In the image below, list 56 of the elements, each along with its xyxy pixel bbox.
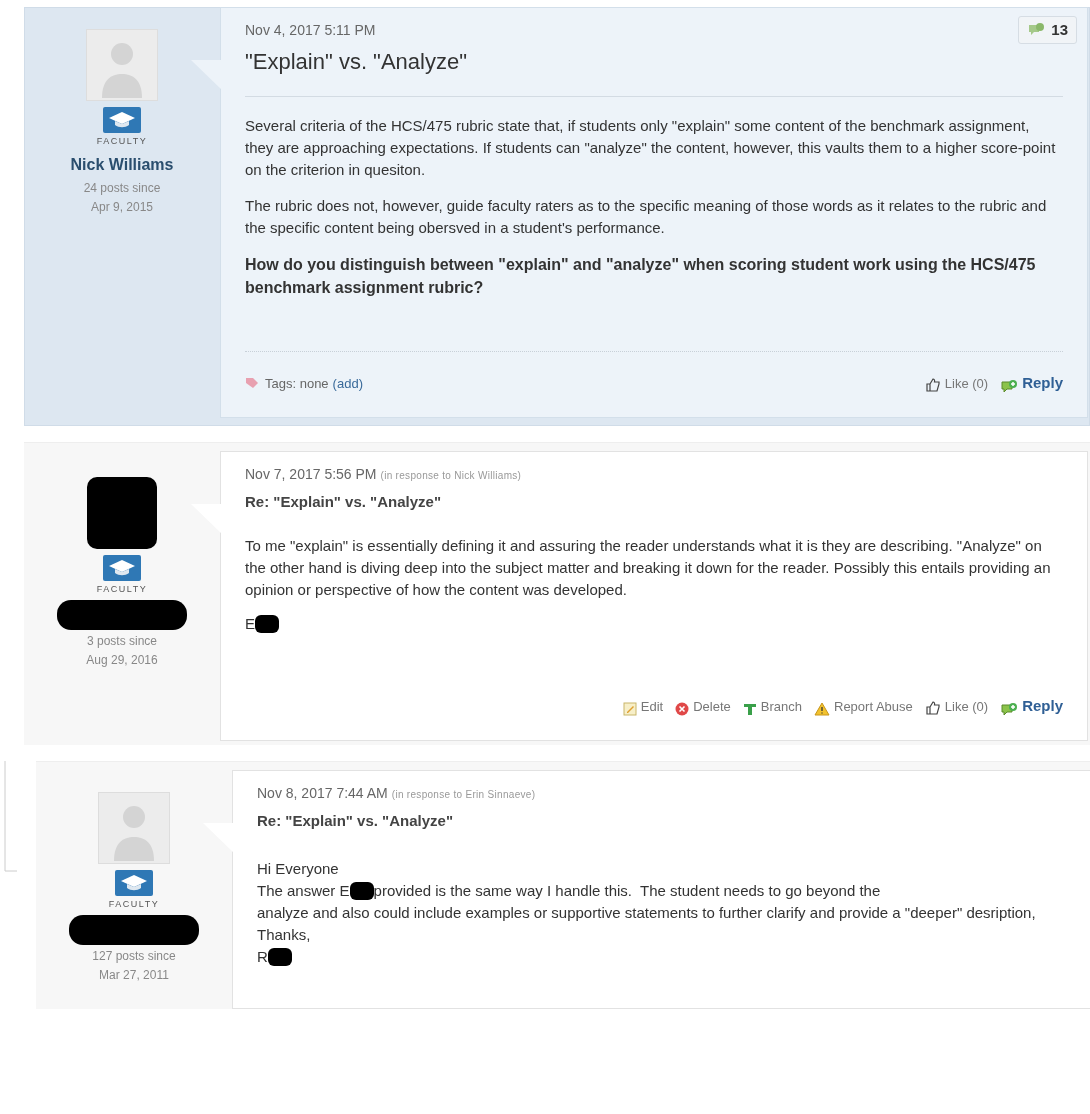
body-text: analyze and also could include examples or supportive statements to further clarify and provide a "deeper" desription, [257, 903, 1037, 923]
thumbs-up-icon [924, 700, 941, 716]
redaction-mark [255, 615, 279, 633]
member-since: Apr 9, 2015 [90, 198, 153, 216]
body-text: E [245, 614, 255, 634]
speech-bubble-plus-icon [1000, 701, 1019, 718]
member-since: Mar 27, 2011 [99, 967, 169, 984]
speech-bubble-plus-icon [1027, 22, 1046, 38]
reply-count-button[interactable]: 13 [1018, 16, 1077, 44]
author-link[interactable]: Nick Williams [70, 152, 174, 177]
tags-label: Tags: none [265, 374, 329, 393]
reply-link[interactable]: Reply [1000, 695, 1063, 718]
in-response-note: (in response to Nick Williams) [380, 468, 522, 483]
body-text: Several criteria of the HCS/475 rubric state that, if students only "explain" some content of the benchmark assignment, they are approaching expectations. If students can "analyze" the content, however, this vaults them to a higher score-point on the criterion in quesiton. [245, 116, 1057, 180]
reply-link[interactable]: Reply [1000, 372, 1063, 395]
body-text: How do you distinguish between "explain" and "analyze" when scoring student work using the HCS/475 benchmark assignment rubric? [245, 255, 1037, 298]
post-title: Re: "Explain" vs. "Analyze" [257, 810, 454, 831]
like-link[interactable]: Like (0) [924, 373, 989, 393]
speech-bubble-plus-icon [1000, 378, 1019, 395]
branch-icon [742, 702, 757, 716]
role-label: FACULTY [96, 582, 148, 596]
tag-icon [245, 377, 259, 390]
body-text: Thanks, [257, 925, 312, 945]
warning-icon [814, 702, 830, 716]
body-text: The answer E [257, 881, 350, 901]
redaction-mark [267, 948, 292, 966]
role-label: FACULTY [96, 135, 148, 148]
faculty-badge-icon [115, 869, 153, 896]
role-label: FACULTY [108, 897, 160, 911]
thumbs-up-icon [924, 377, 941, 393]
pencil-icon [622, 702, 637, 716]
branch-link[interactable]: Branch [742, 696, 802, 716]
post-count: 127 posts since [92, 948, 176, 965]
member-since: Aug 29, 2016 [86, 652, 158, 669]
like-link[interactable]: Like (0) [924, 696, 989, 716]
report-link[interactable]: Report Abuse [814, 696, 913, 716]
post-title: Re: "Explain" vs. "Analyze" [245, 491, 442, 512]
add-tag-link[interactable]: (add) [332, 373, 363, 393]
post-title: "Explain" vs. "Analyze" [245, 48, 467, 76]
redaction-mark [349, 882, 374, 900]
post-date: Nov 7, 2017 5:56 PM [245, 464, 377, 484]
post-date: Nov 8, 2017 7:44 AM [257, 783, 388, 803]
body-text: The rubric does not, however, guide faculty raters as to the specific meaning of those words as it relates to the rubric and the specific content being obersved in a student's performance. [245, 196, 1048, 238]
faculty-badge-icon [103, 107, 141, 133]
post-date: Nov 4, 2017 5:11 PM [245, 21, 376, 40]
edit-link[interactable]: Edit [622, 696, 664, 716]
body-text: provided is the same way I handle this. The student needs to go beyond the [373, 881, 881, 901]
faculty-badge-icon [103, 554, 141, 581]
body-text: R [257, 947, 268, 967]
delete-icon [675, 702, 690, 716]
post-count: 3 posts since [86, 633, 157, 650]
delete-link[interactable]: Delete [675, 696, 731, 716]
body-text: Hi Everyone [257, 859, 340, 879]
body-text: To me "explain" is essentially defining it and assuring the reader understands what it is they are describing. "Analyze" on the other hand is diving deep into the subject matter and breaking it down for the reader. Possibly this entails providing an opinion or perspective of how the content was developed. [245, 536, 1052, 600]
post-count: 24 posts since [83, 179, 161, 197]
in-response-note: (in response to Erin Sinnaeve) [391, 787, 536, 802]
